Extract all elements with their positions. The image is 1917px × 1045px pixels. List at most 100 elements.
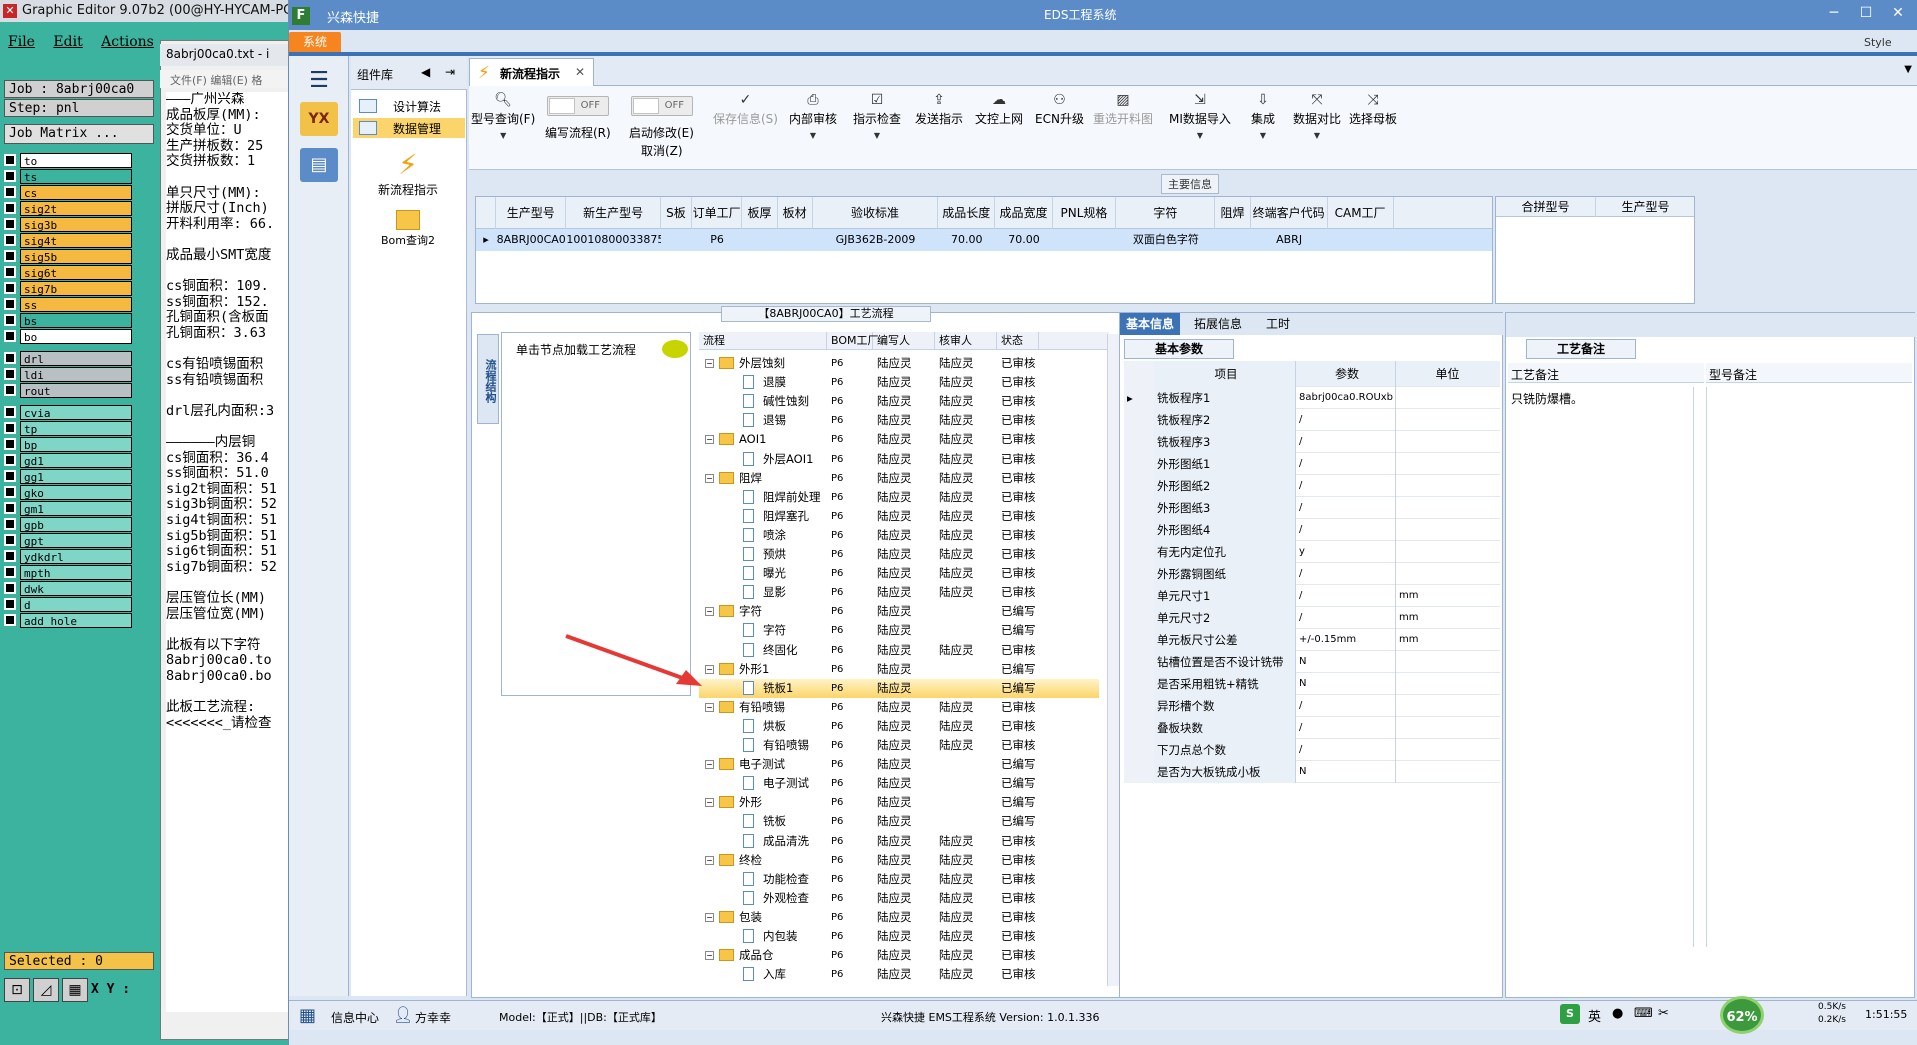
comp-item-design-algo[interactable]: 设计算法 bbox=[353, 96, 465, 116]
main-grid-header-cell[interactable]: 生产型号 bbox=[496, 197, 567, 229]
tree-row[interactable]: − 阻焊 P6 陆应灵 陆应灵 已审核 bbox=[699, 469, 1099, 488]
main-grid-cell[interactable]: 双面白色字符 bbox=[1116, 229, 1215, 251]
param-value[interactable]: / bbox=[1296, 585, 1396, 607]
layer-row[interactable]: cvia bbox=[4, 404, 154, 420]
text-file-menu[interactable]: 文件(F) 编辑(E) 格 bbox=[160, 70, 290, 88]
eds-titlebar[interactable]: F 兴森快捷 EDS工程系统 ─ ☐ ✕ bbox=[289, 0, 1917, 30]
layer-checkbox[interactable] bbox=[4, 518, 16, 530]
param-row[interactable]: 单元尺寸1/mm bbox=[1124, 585, 1500, 607]
layer-row[interactable]: sig6t bbox=[4, 264, 154, 280]
main-grid-row[interactable]: ▸ 8ABRJ00CA0 10010800033875 P6 GJB362B-2009 7… bbox=[476, 229, 1492, 251]
tree-row[interactable]: − 终检 P6 陆应灵 陆应灵 已审核 bbox=[699, 851, 1099, 870]
main-grid-header-cell[interactable]: 验收标准 bbox=[813, 197, 939, 229]
bom-query-item[interactable]: Bom查询2 bbox=[371, 206, 445, 248]
layer-row[interactable]: sig5b bbox=[4, 248, 154, 264]
param-row[interactable]: 异形槽个数 / bbox=[1124, 695, 1500, 717]
layer-checkbox[interactable] bbox=[4, 614, 16, 626]
collapse-icon[interactable]: − bbox=[705, 359, 714, 368]
layer-row[interactable]: ss bbox=[4, 296, 154, 312]
tree-row[interactable]: 退膜 P6 陆应灵 陆应灵 已审核 bbox=[699, 373, 1099, 392]
process-note-text[interactable]: 只铣防爆槽。 bbox=[1508, 387, 1694, 947]
param-row[interactable]: 外形露铜图纸 / bbox=[1124, 563, 1500, 585]
layer-row[interactable]: sig3b bbox=[4, 216, 154, 232]
layer-checkbox[interactable] bbox=[4, 598, 16, 610]
layer-row[interactable]: gpt bbox=[4, 532, 154, 548]
main-grid-cell[interactable]: 10010800033875 bbox=[566, 229, 661, 251]
main-grid-header-cell[interactable]: 新生产型号 bbox=[566, 197, 661, 229]
main-grid-header-cell[interactable]: 板材 bbox=[778, 197, 813, 229]
tree-row[interactable]: − 外形1 P6 陆应灵 已编写 bbox=[699, 660, 1099, 679]
layer-row[interactable]: mpth bbox=[4, 564, 154, 580]
tree-row[interactable]: 预烘 P6 陆应灵 陆应灵 已审核 bbox=[699, 545, 1099, 564]
ime-mode[interactable]: 英 bbox=[1588, 1006, 1601, 1025]
main-grid-cell[interactable]: P6 bbox=[692, 229, 743, 251]
main-grid-header-cell[interactable]: 板厚 bbox=[742, 197, 778, 229]
main-grid-header-cell[interactable]: CAM工厂 bbox=[1328, 197, 1394, 229]
param-unit[interactable] bbox=[1396, 761, 1496, 783]
tree-row[interactable]: 喷涂 P6 陆应灵 陆应灵 已审核 bbox=[699, 526, 1099, 545]
comp-item-data-mgmt[interactable]: 数据管理 bbox=[353, 118, 465, 138]
param-value[interactable]: y bbox=[1296, 541, 1396, 563]
main-grid-cell[interactable] bbox=[1053, 229, 1117, 251]
param-unit[interactable] bbox=[1396, 519, 1496, 541]
collapse-left-icon[interactable]: ◀ bbox=[421, 65, 430, 79]
collapse-icon[interactable]: − bbox=[705, 760, 714, 770]
minimize-icon[interactable]: ─ bbox=[1820, 4, 1848, 24]
tree-row[interactable]: 功能检查 P6 陆应灵 陆应灵 已审核 bbox=[699, 870, 1099, 889]
layer-row[interactable]: rout bbox=[4, 382, 154, 398]
param-value[interactable]: / bbox=[1296, 695, 1396, 717]
layer-checkbox[interactable] bbox=[4, 406, 16, 418]
param-value[interactable]: / bbox=[1296, 497, 1396, 519]
start-modify-toggle[interactable]: OFF bbox=[631, 96, 693, 116]
param-unit[interactable] bbox=[1396, 431, 1496, 453]
param-unit[interactable] bbox=[1396, 387, 1496, 409]
layer-checkbox[interactable] bbox=[4, 438, 16, 450]
tree-header-cell[interactable]: 流程 bbox=[699, 332, 827, 350]
main-grid-header-cell[interactable]: 终端客户代码 bbox=[1251, 197, 1328, 229]
style-menu[interactable]: Style bbox=[1864, 36, 1892, 49]
tree-row[interactable]: 退锡 P6 陆应灵 陆应灵 已审核 bbox=[699, 411, 1099, 430]
param-value[interactable]: 8abrj00ca0.ROUxb bbox=[1296, 387, 1396, 409]
tree-row[interactable]: 内包装 P6 陆应灵 陆应灵 已审核 bbox=[699, 927, 1099, 946]
layer-row[interactable]: to bbox=[4, 152, 154, 168]
param-value[interactable]: N bbox=[1296, 673, 1396, 695]
basic-params-tab[interactable]: 基本参数 bbox=[1124, 339, 1234, 359]
tree-header-cell[interactable]: 编写人 bbox=[873, 332, 935, 350]
tab-close-icon[interactable]: ✕ bbox=[575, 65, 585, 79]
calculator-module-icon[interactable]: ▤ bbox=[300, 148, 338, 182]
main-grid-header-cell[interactable]: 阻焊 bbox=[1215, 197, 1251, 229]
tree-header-cell[interactable]: BOM工厂 bbox=[827, 332, 879, 350]
layer-row[interactable]: gg1 bbox=[4, 468, 154, 484]
graphic-editor-titlebar[interactable]: ✕ Graphic Editor 9.07b2 (00@HY-HYCAM-PC1… bbox=[0, 0, 300, 22]
param-value[interactable]: / bbox=[1296, 607, 1396, 629]
layer-checkbox[interactable] bbox=[4, 298, 16, 310]
layer-row[interactable]: add_hole bbox=[4, 612, 154, 628]
param-unit[interactable] bbox=[1396, 541, 1496, 563]
param-unit[interactable] bbox=[1396, 475, 1496, 497]
layer-checkbox[interactable] bbox=[4, 368, 16, 380]
tree-row[interactable]: 成品清洗 P6 陆应灵 陆应灵 已审核 bbox=[699, 832, 1099, 851]
param-value[interactable]: / bbox=[1296, 717, 1396, 739]
param-value[interactable]: +/-0.15mm bbox=[1296, 629, 1396, 651]
layer-checkbox[interactable] bbox=[4, 314, 16, 326]
tree-row[interactable]: − 外形 P6 陆应灵 已编写 bbox=[699, 793, 1099, 812]
layer-row[interactable]: d bbox=[4, 596, 154, 612]
process-notes-tab[interactable]: 工艺备注 bbox=[1526, 339, 1636, 359]
layer-checkbox[interactable] bbox=[4, 154, 16, 166]
param-row[interactable]: 外形图纸2/ bbox=[1124, 475, 1500, 497]
param-value[interactable]: / bbox=[1296, 563, 1396, 585]
tree-row[interactable]: − 字符 P6 陆应灵 已编写 bbox=[699, 602, 1099, 621]
layer-row[interactable]: bs bbox=[4, 312, 154, 328]
param-unit[interactable] bbox=[1396, 409, 1496, 431]
layer-checkbox[interactable] bbox=[4, 250, 16, 262]
menu-file[interactable]: File bbox=[8, 34, 35, 50]
param-unit[interactable]: mm bbox=[1396, 629, 1496, 651]
collapse-icon[interactable]: − bbox=[705, 607, 714, 617]
tree-row[interactable]: − 有铅喷锡 P6 陆应灵 陆应灵 已审核 bbox=[699, 698, 1099, 717]
tree-row[interactable]: − 成品仓 P6 陆应灵 陆应灵 已审核 bbox=[699, 946, 1099, 965]
param-row[interactable]: ▸ 铣板程序1 8abrj00ca0.ROUxb bbox=[1124, 387, 1500, 409]
param-row[interactable]: 有无内定位孔 y bbox=[1124, 541, 1500, 563]
main-grid-header-cell[interactable]: PNL规格 bbox=[1053, 197, 1117, 229]
param-row[interactable]: 单元板尺寸公差 +/-0.15mm mm bbox=[1124, 629, 1500, 651]
main-grid-cell[interactable]: 8ABRJ00CA0 bbox=[496, 229, 566, 251]
